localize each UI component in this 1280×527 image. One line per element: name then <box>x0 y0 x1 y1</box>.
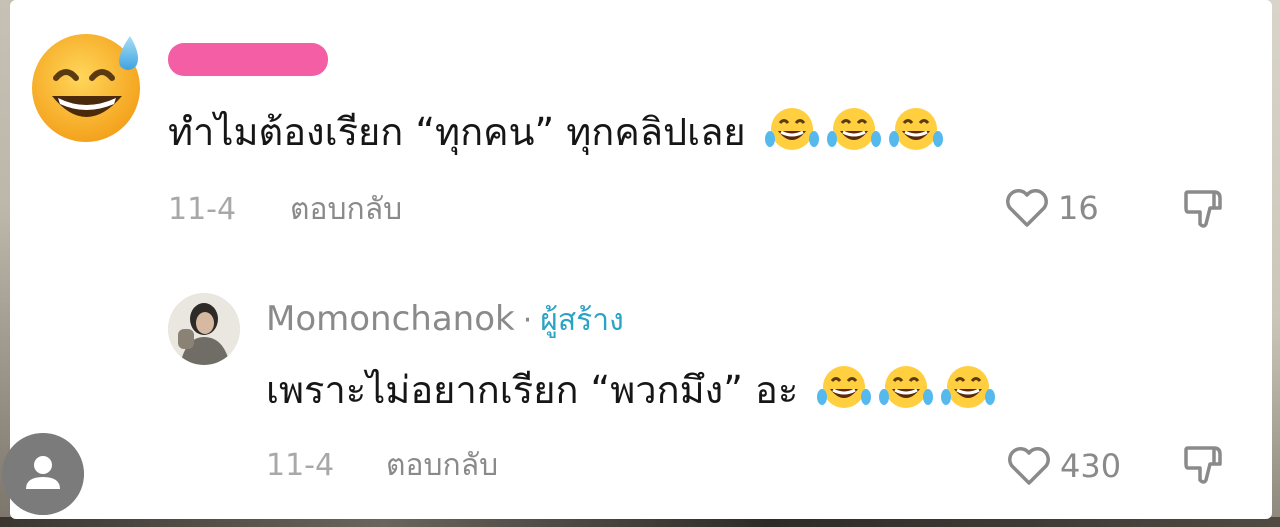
comment-card <box>10 0 1272 519</box>
dislike-thumb-icon[interactable] <box>1182 186 1228 232</box>
reply-author-name[interactable]: Momonchanok <box>266 299 515 339</box>
comment-text: ทำไมต้องเรียก “ทุกคน” ทุกคลิปเลย <box>168 110 746 154</box>
reply-date: 11-4 <box>266 448 335 483</box>
redacted-username <box>168 43 328 76</box>
reply-like-count: 430 <box>1060 447 1122 485</box>
user-profile-icon[interactable] <box>2 433 84 515</box>
laughing-tears-icon <box>941 366 996 408</box>
reply-reaction-emoji-list <box>798 366 996 412</box>
comment-date: 11-4 <box>168 192 237 227</box>
separator-dot: · <box>522 303 533 338</box>
laughing-tears-icon <box>826 108 881 150</box>
comment-reply-button[interactable]: ตอบกลับ <box>290 190 402 230</box>
laughing-tears-icon <box>764 108 819 150</box>
commenter-avatar-grinning-sweat-icon[interactable] <box>30 26 148 144</box>
heart-icon <box>1008 447 1050 485</box>
dislike-thumb-icon[interactable] <box>1182 442 1228 488</box>
creator-badge: ผู้สร้าง <box>540 303 624 338</box>
laughing-tears-icon <box>879 366 934 408</box>
laughing-tears-icon <box>817 366 872 408</box>
reply-body: เพราะไม่อยากเรียก “พวกมึง” อะ <box>266 362 996 418</box>
comment-like-count: 16 <box>1058 189 1099 227</box>
comment-body: ทำไมต้องเรียก “ทุกคน” ทุกคลิปเลย <box>168 104 944 160</box>
laughing-tears-icon <box>888 108 943 150</box>
reply-header: Momonchanok · ผู้สร้าง <box>266 298 624 346</box>
comment-like-button[interactable]: 16 <box>1004 186 1099 230</box>
reply-like-button[interactable]: 430 <box>1006 444 1121 488</box>
reply-author-avatar[interactable] <box>168 293 240 365</box>
reply-text: เพราะไม่อยากเรียก “พวกมึง” อะ <box>266 368 799 412</box>
heart-icon <box>1006 189 1048 227</box>
comment-reaction-emoji-list <box>746 108 944 154</box>
reply-reply-button[interactable]: ตอบกลับ <box>386 446 498 486</box>
